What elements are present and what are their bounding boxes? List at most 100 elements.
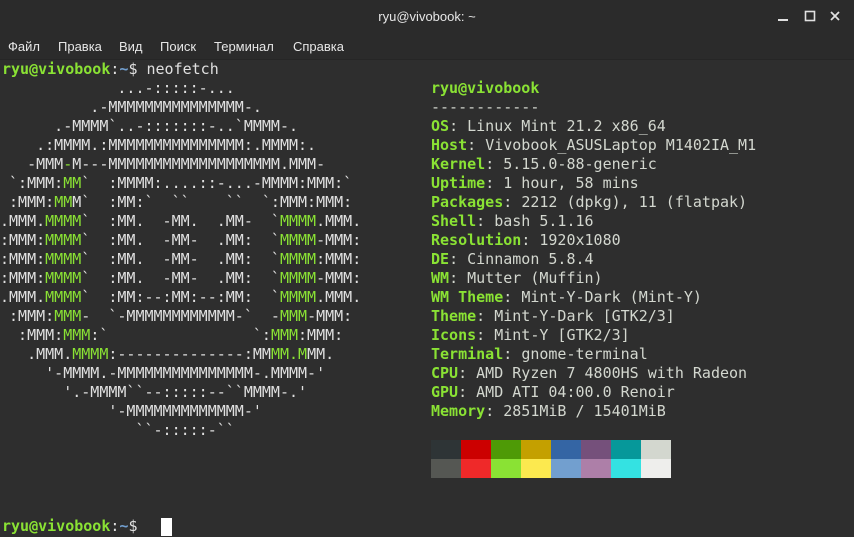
info-value: Linux Mint 21.2 x86_64 — [467, 117, 666, 135]
color-swatch — [461, 459, 491, 478]
info-key: Host — [431, 136, 468, 154]
logo-line: '-MMMMMMMMMMMMM-' — [0, 402, 262, 420]
info-colon: : — [476, 326, 495, 344]
color-swatch — [551, 459, 581, 478]
color-swatch — [431, 459, 461, 478]
info-key: Uptime — [431, 174, 486, 192]
logo-line: .-MMMM`..-:::::::-..`MMMM-. — [0, 117, 299, 135]
info-key: DE — [431, 250, 450, 268]
logo-line: :MMM:MMMM` :MM. -MM- .MM: `MMMM-MMM: — [0, 231, 362, 249]
info-value: AMD ATI 04:00.0 Renoir — [476, 383, 675, 401]
info-key: Kernel — [431, 155, 486, 173]
close-icon — [830, 11, 840, 21]
info-colon: : — [503, 345, 522, 363]
minimize-button[interactable] — [774, 7, 792, 25]
info-value: Mint-Y-Dark [GTK2/3] — [494, 307, 675, 325]
prompt-line-1: ryu@vivobook:~$ neofetch — [2, 60, 219, 79]
logo-line: '-MMMM.-MMMMMMMMMMMMMMM-.MMMM-' — [0, 364, 326, 382]
info-value: Vivobook_ASUSLaptop M1402IA_M1 — [485, 136, 757, 154]
color-swatch — [611, 440, 641, 459]
info-row: Host: Vivobook_ASUSLaptop M1402IA_M1 — [431, 136, 756, 155]
terminal-output[interactable]: ryu@vivobook:~$ neofetch ...-:::::-... .… — [0, 60, 854, 537]
info-colon: : — [476, 307, 495, 325]
info-colon: : — [458, 364, 477, 382]
info-key: Theme — [431, 307, 477, 325]
info-key: Icons — [431, 326, 477, 344]
info-colon: : — [467, 136, 486, 154]
info-value: gnome-terminal — [521, 345, 648, 363]
prompt-user-host: ryu@vivobook — [2, 517, 111, 535]
color-swatch — [581, 459, 611, 478]
info-value: Cinnamon 5.8.4 — [467, 250, 594, 268]
info-colon: : — [503, 193, 522, 211]
info-value: 2212 (dpkg), 11 (flatpak) — [521, 193, 748, 211]
prompt-user-host: ryu@vivobook — [2, 60, 111, 78]
info-colon: : — [449, 250, 468, 268]
info-row: Icons: Mint-Y [GTK2/3] — [431, 326, 630, 345]
info-row: Shell: bash 5.1.16 — [431, 212, 594, 231]
menu-search[interactable]: Поиск — [160, 39, 196, 54]
logo-line: .MMM.MMMM` :MM:--:MM:--:MM: `MMMM.MMM. — [0, 288, 362, 306]
info-colon: : — [485, 402, 504, 420]
info-key: Memory — [431, 402, 486, 420]
info-row: Theme: Mint-Y-Dark [GTK2/3] — [431, 307, 675, 326]
prompt-line-2: ryu@vivobook:~$ — [2, 517, 137, 536]
info-value: Mutter (Muffin) — [467, 269, 603, 287]
logo-line: '.-MMMM``--:::::--``MMMM-.' — [0, 383, 308, 401]
color-swatch — [611, 459, 641, 478]
terminal-window: ryu@vivobook: ~ Файл Правка Вид Поиск Те… — [0, 0, 854, 537]
logo-line: :MMM:MMMM` :MM. -MM- .MM: `MMMM:MMM: — [0, 250, 362, 268]
info-colon: : — [449, 117, 468, 135]
info-key: Terminal — [431, 345, 504, 363]
window-title: ryu@vivobook: ~ — [378, 9, 476, 24]
info-value: Mint-Y-Dark (Mint-Y) — [521, 288, 702, 306]
close-button[interactable] — [826, 7, 844, 25]
maximize-icon — [804, 10, 816, 22]
info-value: AMD Ryzen 7 4800HS with Radeon — [476, 364, 748, 382]
color-swatch — [521, 459, 551, 478]
info-row: Memory: 2851MiB / 15401MiB — [431, 402, 666, 421]
logo-line: `:MMM:MM` :MMMM:....::-...-MMMM:MMM:` — [0, 174, 353, 192]
info-value: 1 hour, 58 mins — [503, 174, 639, 192]
logo-line: :MMM:MMM- `-MMMMMMMMMMMM-` -MMM-MMM: — [0, 307, 353, 325]
info-row: OS: Linux Mint 21.2 x86_64 — [431, 117, 666, 136]
color-swatch — [431, 440, 461, 459]
color-swatch — [491, 440, 521, 459]
info-key: WM Theme — [431, 288, 504, 306]
info-row: WM: Mutter (Muffin) — [431, 269, 603, 288]
info-value: 2851MiB / 15401MiB — [503, 402, 666, 420]
color-swatch — [551, 440, 581, 459]
logo-line: :MMM:MMMM` :MM. -MM- .MM: `MMMM-MMM: — [0, 269, 362, 287]
info-row: Kernel: 5.15.0-88-generic — [431, 155, 657, 174]
title-bar[interactable]: ryu@vivobook: ~ — [0, 0, 854, 33]
menu-edit[interactable]: Правка — [58, 39, 102, 54]
maximize-button[interactable] — [801, 7, 819, 25]
menu-file[interactable]: Файл — [8, 39, 40, 54]
info-colon: : — [503, 288, 522, 306]
info-key: OS — [431, 117, 450, 135]
color-swatch — [461, 440, 491, 459]
menu-terminal[interactable]: Терминал — [214, 39, 274, 54]
info-header: ryu@vivobook — [431, 79, 540, 97]
info-value: bash 5.1.16 — [494, 212, 594, 230]
info-separator: ------------ — [431, 98, 540, 116]
logo-line: .MMM.MMMM:--------------:MMMM.MMM. — [0, 345, 335, 363]
info-colon: : — [485, 155, 504, 173]
info-row: Uptime: 1 hour, 58 mins — [431, 174, 639, 193]
logo-line: ...-:::::-... — [0, 79, 235, 97]
info-colon: : — [485, 174, 504, 192]
menu-help[interactable]: Справка — [293, 39, 344, 54]
color-swatch — [581, 440, 611, 459]
color-swatch — [491, 459, 521, 478]
info-key: CPU — [431, 364, 459, 382]
info-key: Resolution — [431, 231, 522, 249]
info-value: 5.15.0-88-generic — [503, 155, 657, 173]
menu-view[interactable]: Вид — [119, 39, 143, 54]
prompt-symbol: $ — [128, 517, 138, 535]
terminal-cursor — [161, 518, 172, 536]
logo-line: :MMM:MMM` :MM:` `` `` `:MMM:MMM: — [0, 193, 353, 211]
info-row: DE: Cinnamon 5.8.4 — [431, 250, 594, 269]
info-colon: : — [449, 269, 468, 287]
color-swatch — [521, 440, 551, 459]
info-row: Packages: 2212 (dpkg), 11 (flatpak) — [431, 193, 747, 212]
